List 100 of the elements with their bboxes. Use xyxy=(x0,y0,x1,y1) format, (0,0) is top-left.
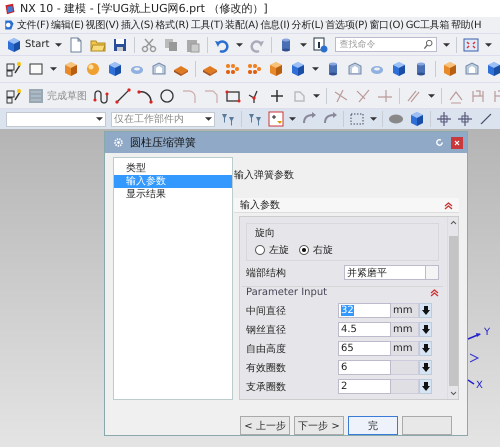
options-button[interactable] xyxy=(419,379,432,394)
rectangle-icon[interactable] xyxy=(225,88,241,104)
dot-pattern-icon[interactable] xyxy=(224,61,240,77)
shell-icon[interactable] xyxy=(347,61,363,77)
options-button[interactable] xyxy=(419,341,432,356)
dot-pattern-icon[interactable] xyxy=(246,61,262,77)
caret-icon xyxy=(96,117,103,121)
info-icon[interactable] xyxy=(313,36,330,52)
caret-icon[interactable] xyxy=(236,42,244,46)
shell-icon[interactable] xyxy=(151,61,167,77)
menu-item[interactable]: 文件(F) xyxy=(17,18,50,32)
settings-icon xyxy=(113,137,124,148)
close-icon xyxy=(454,140,460,146)
line-icon[interactable] xyxy=(115,88,131,104)
menu-item[interactable]: 装配(A) xyxy=(225,18,258,32)
cube-icon[interactable] xyxy=(486,61,500,77)
unit-field: mm xyxy=(391,322,419,337)
curve-icon[interactable] xyxy=(93,88,109,104)
down-arrow-icon xyxy=(422,306,430,315)
caret-icon[interactable] xyxy=(55,42,62,46)
cube-icon[interactable] xyxy=(107,61,123,77)
caret-icon[interactable] xyxy=(312,67,319,71)
value-field[interactable]: 4.5 xyxy=(338,322,391,337)
cube-icon[interactable] xyxy=(63,61,79,77)
menu-item[interactable]: 视图(V) xyxy=(86,18,119,32)
caret-icon[interactable] xyxy=(50,67,57,71)
end-structure-dropdown[interactable]: 并紧磨平 xyxy=(344,265,439,280)
unit-field xyxy=(391,360,419,375)
dialog-button[interactable]: 完 xyxy=(348,416,398,435)
search-field[interactable]: 查找命令 xyxy=(335,37,438,52)
options-button[interactable] xyxy=(419,322,432,337)
scroll-down-icon[interactable] xyxy=(450,390,456,396)
radio-option[interactable]: 右旋 xyxy=(299,243,333,257)
file-icon[interactable] xyxy=(68,36,84,52)
menu-item[interactable]: GC工具箱 xyxy=(406,18,449,32)
sketch-icon[interactable] xyxy=(6,88,22,104)
caret-icon[interactable] xyxy=(443,42,450,46)
arc-icon[interactable] xyxy=(137,88,153,104)
caret-icon xyxy=(205,117,212,121)
menu-item[interactable]: 帮助(H xyxy=(450,18,482,32)
options-button[interactable] xyxy=(419,303,432,318)
menu-item[interactable]: 窗口(O) xyxy=(370,18,404,32)
collapse-icon[interactable] xyxy=(444,200,453,210)
menu-item[interactable]: 首选项(P) xyxy=(325,18,368,32)
dialog-button[interactable]: < 上一步 xyxy=(240,416,290,435)
search-icon[interactable] xyxy=(423,39,434,50)
shell-icon[interactable] xyxy=(464,61,480,77)
menu-item[interactable]: 工具(T) xyxy=(190,18,224,32)
scrollbar[interactable] xyxy=(447,217,458,399)
cube-icon xyxy=(6,36,22,52)
slash-icon[interactable] xyxy=(478,111,494,127)
collapse-icon[interactable] xyxy=(430,288,439,297)
cube-icon[interactable] xyxy=(290,61,306,77)
scope-dropdown[interactable]: 仅在工作部件内 xyxy=(111,112,215,126)
caret-icon[interactable] xyxy=(313,94,320,98)
caret-icon[interactable] xyxy=(485,42,492,46)
plus-icon[interactable] xyxy=(269,88,285,104)
save-icon[interactable] xyxy=(112,36,128,52)
dialog-button[interactable]: 下一步 > xyxy=(294,416,344,435)
circle-icon[interactable] xyxy=(159,88,175,104)
cube-icon[interactable] xyxy=(268,61,284,77)
app-menu-icon[interactable] xyxy=(3,19,15,31)
down-arrow-icon xyxy=(422,382,430,391)
filter-icon[interactable] xyxy=(247,111,263,127)
parameter-label: 有效圈数 xyxy=(246,362,287,374)
menu-item[interactable]: 信息(I) xyxy=(260,18,290,32)
scroll-up-icon[interactable] xyxy=(450,220,456,226)
finish-sketch-icon xyxy=(28,88,44,104)
step-item[interactable]: 显示结果 xyxy=(114,188,232,201)
menu-item[interactable]: 编辑(E) xyxy=(51,18,84,32)
radio-option[interactable]: 左旋 xyxy=(255,243,289,257)
select-box-icon[interactable] xyxy=(268,111,284,127)
caret-icon[interactable] xyxy=(300,42,308,46)
options-button[interactable] xyxy=(419,360,432,375)
caret-icon[interactable] xyxy=(289,117,296,121)
down-arrow-icon xyxy=(422,344,430,353)
cube-icon[interactable] xyxy=(409,111,425,127)
sketch-icon[interactable] xyxy=(6,61,22,77)
fit-view-icon[interactable] xyxy=(463,36,480,52)
value-field[interactable]: 2 xyxy=(338,379,391,394)
menu-item[interactable]: 插入(S) xyxy=(120,18,154,32)
unit-field: mm xyxy=(391,341,419,356)
close-button[interactable] xyxy=(451,136,463,148)
rectangle-icon[interactable] xyxy=(28,61,44,77)
caret-icon[interactable] xyxy=(370,117,377,121)
start-button[interactable]: Start xyxy=(6,36,50,52)
selection-rectangle-icon[interactable] xyxy=(349,111,365,127)
move-icon[interactable] xyxy=(457,111,473,127)
filter-icon[interactable] xyxy=(220,111,236,127)
unit-field: mm xyxy=(391,303,419,318)
down-arrow-icon xyxy=(422,325,430,334)
value-field[interactable]: 65 xyxy=(338,341,391,356)
cube-icon[interactable] xyxy=(391,61,407,77)
move-icon[interactable] xyxy=(436,111,452,127)
menu-item[interactable]: 格式(R) xyxy=(156,18,189,32)
menu-item[interactable]: 分析(L) xyxy=(292,18,324,32)
step-item[interactable]: 类型 xyxy=(114,162,232,175)
cube-icon[interactable] xyxy=(442,61,458,77)
caret-icon[interactable] xyxy=(428,94,435,98)
value-field[interactable]: 6 xyxy=(338,360,391,375)
